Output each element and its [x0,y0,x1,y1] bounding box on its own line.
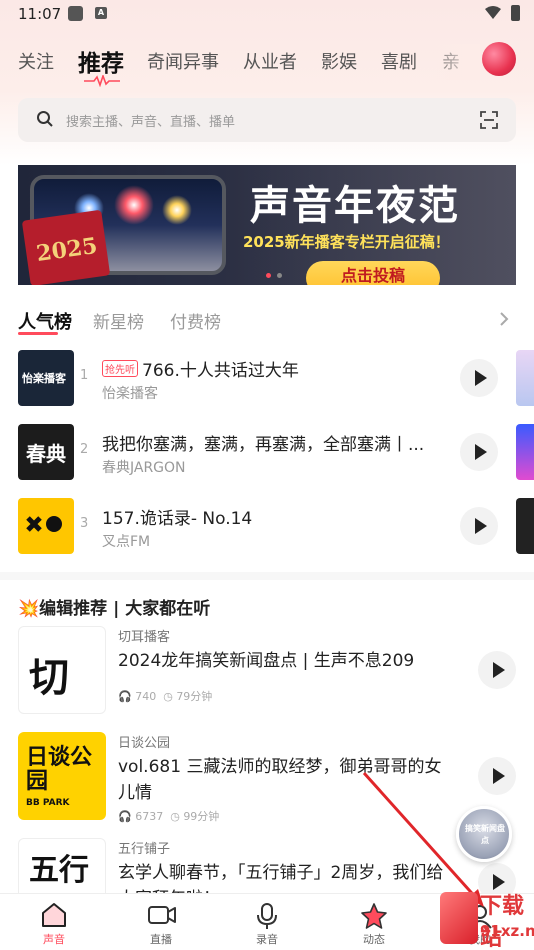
tab-paid[interactable]: 付费榜 [170,308,221,333]
watermark-text: 下载站 [480,894,525,950]
notification-icon [68,6,83,21]
recommend-item[interactable]: 五行 五行铺子 玄学人聊春节，「五行铺子」2周岁，我们给大家拜年啦！ [18,838,518,893]
app-notification-icon: A [95,7,107,19]
section-divider [0,572,534,580]
podcast-cover: 切耳 [18,626,106,714]
tabs-fade [420,44,480,80]
podcast-cover: 日谈公园 BB PARK [18,732,106,820]
play-button[interactable] [460,359,498,397]
rank-number: 2 [80,442,89,457]
star-icon [361,903,387,929]
episode-title: 2024龙年搞笑新闻盘点 | 生声不息209 [118,651,415,671]
rank-number: 1 [80,368,89,383]
xdian-logo-icon [26,516,62,532]
episode-title: 玄学人聊春节，「五行铺子」2周岁，我们给大家拜年啦！ [118,863,444,893]
site-watermark: 下载站 91xz.net [440,888,534,950]
tab-practitioners[interactable]: 从业者 [243,48,297,74]
play-count: 6737 [135,810,164,823]
scan-icon[interactable] [480,111,498,129]
banner-subtitle: 2025新年播客专栏开启征稿！ [243,233,450,251]
tab-new-stars[interactable]: 新星榜 [93,308,144,333]
battery-icon [511,5,520,21]
mic-icon [257,903,277,929]
rank-number: 3 [80,516,89,531]
duration: 99分钟 [183,810,220,823]
side-cover [516,350,534,406]
recommend-item[interactable]: 切耳 切耳播客 2024龙年搞笑新闻盘点 | 生声不息209 🎧 740 ◷ 7… [18,626,518,716]
banner-submit-button[interactable]: 点击投稿 [306,261,440,285]
podcast-source: 日谈公园 [118,736,171,751]
nav-live[interactable]: 直播 [121,894,201,950]
tab-popular[interactable]: 人气榜 [18,308,72,334]
banner-title: 声音年夜范 [250,183,460,229]
watermark-url: 91xz.net [480,922,534,940]
play-button[interactable] [478,651,516,689]
headphones-icon: 🎧 [118,690,132,703]
user-avatar[interactable] [482,42,516,76]
play-button[interactable] [460,507,498,545]
podcast-cover: 五行 [18,838,106,893]
mini-player[interactable]: 搞笑新闻盘点 [456,806,512,862]
status-bar: 11:07 A [0,0,534,28]
watermark-logo [440,892,478,944]
episode-title: vol.681 三藏法师的取经梦，御弟哥哥的女儿情 [118,757,442,803]
early-access-badge: 抢先听 [102,360,138,377]
home-icon [42,903,66,927]
rank-tabs: 人气榜 新星榜 付费榜 [18,308,518,334]
tab-entertainment[interactable]: 影娱 [321,48,357,74]
active-tab-indicator [84,75,120,87]
duration: 79分钟 [176,690,213,703]
podcast-cover: 春典 [18,424,74,480]
banner-pagination [266,263,288,282]
clock-icon: ◷ [163,690,173,703]
side-cover [516,498,534,554]
search-placeholder: 搜索主播、声音、直播、播单 [66,115,236,130]
banner-2025-card: 2025 [21,209,111,285]
headphones-icon: 🎧 [118,810,132,823]
podcast-author: 叉点FM [102,534,151,550]
nav-record[interactable]: 录音 [227,894,307,950]
chevron-right-icon[interactable] [498,310,510,328]
podcast-source: 五行铺子 [118,842,171,857]
search-bar[interactable]: 搜索主播、声音、直播、播单 [18,98,516,142]
episode-meta: 🎧 740 ◷ 79分钟 [118,688,212,704]
rank-item[interactable]: 怡楽播客 1 抢先听 766.十人共话过大年 怡楽播客 [18,350,508,406]
clock-icon: ◷ [170,810,180,823]
play-button[interactable] [478,757,516,795]
episode-title: 我把你塞满，塞满，再塞满，全部塞满丨... [102,435,425,455]
podcast-author: 春典JARGON [102,460,186,476]
episode-title: 抢先听 766.十人共话过大年 [102,356,442,381]
episode-title: 157.诡话录- No.14 [102,509,253,529]
search-icon [37,111,53,127]
tab-recommend[interactable]: 推荐 [78,44,124,78]
episode-meta: 🎧 6737 ◷ 99分钟 [118,808,219,824]
rank-item[interactable]: 3 157.诡话录- No.14 叉点FM [18,498,508,554]
wifi-icon [485,6,501,19]
section-title: 💥编辑推荐 | 大家都在听 [18,599,211,619]
podcast-cover [18,498,74,554]
tab-strange-stories[interactable]: 奇闻异事 [147,48,219,74]
rank-item[interactable]: 春典 2 我把你塞满，塞满，再塞满，全部塞满丨... 春典JARGON [18,424,508,480]
recommend-item[interactable]: 日谈公园 BB PARK 日谈公园 vol.681 三藏法师的取经梦，御弟哥哥的… [18,732,518,824]
tab-comedy[interactable]: 喜剧 [381,48,417,74]
podcast-source: 切耳播客 [118,630,171,645]
play-button[interactable] [460,433,498,471]
tab-follow[interactable]: 关注 [18,48,54,74]
nav-feed[interactable]: 动态 [334,894,414,950]
promo-banner[interactable]: 2025 声音年夜范 2025新年播客专栏开启征稿！ 点击投稿 [18,165,516,285]
nav-sound[interactable]: 声音 [14,894,94,950]
status-time: 11:07 [18,5,62,23]
mini-player-label: 搞笑新闻盘点 [465,824,505,845]
play-count: 740 [135,690,157,703]
rank-tab-underline [18,332,58,335]
side-cover [516,424,534,480]
podcast-author: 怡楽播客 [102,386,158,402]
video-icon [148,906,176,924]
podcast-cover: 怡楽播客 [18,350,74,406]
